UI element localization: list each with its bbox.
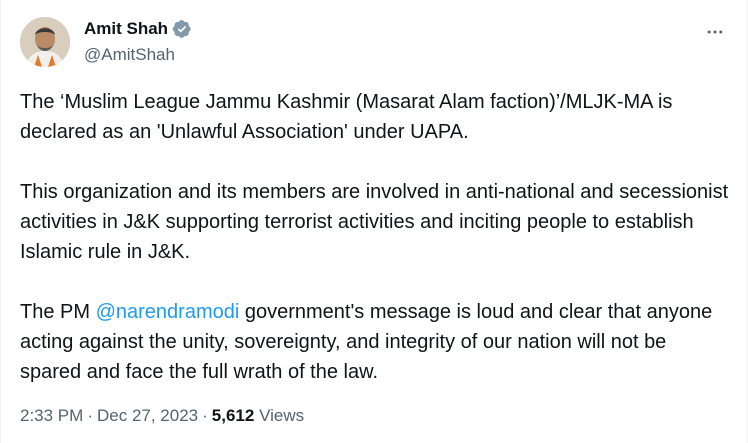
tweet-date[interactable]: Dec 27, 2023 — [97, 406, 198, 426]
more-horizontal-icon — [707, 30, 723, 34]
author-display-name[interactable]: Amit Shah — [84, 19, 168, 39]
tweet-text: The ‘Muslim League Jammu Kashmir (Masara… — [20, 87, 732, 387]
meta-separator: · — [87, 406, 93, 425]
author-name-row[interactable]: Amit Shah — [84, 19, 192, 39]
tweet-paragraph-3: The PM @narendramodi government's messag… — [20, 297, 732, 387]
tweet-paragraph-1: The ‘Muslim League Jammu Kashmir (Masara… — [20, 91, 673, 143]
avatar[interactable] — [20, 17, 70, 67]
tweet-paragraph-3-prefix: The PM — [20, 301, 96, 323]
verified-check-icon — [172, 19, 192, 39]
tweet-card: Amit Shah @AmitShah The ‘Muslim League J… — [0, 0, 748, 443]
meta-separator: · — [202, 406, 208, 425]
mention-link[interactable]: @narendramodi — [96, 301, 240, 323]
tweet-paragraph-2: This organization and its members are in… — [20, 181, 729, 263]
views-label: Views — [259, 406, 305, 425]
views-count: 5,612 — [211, 406, 255, 425]
more-options-button[interactable] — [703, 20, 727, 44]
tweet-meta: 2:33 PM · Dec 27, 2023 · 5,612 Views — [20, 406, 304, 426]
author-handle[interactable]: @AmitShah — [84, 45, 175, 65]
tweet-time[interactable]: 2:33 PM — [20, 406, 83, 426]
